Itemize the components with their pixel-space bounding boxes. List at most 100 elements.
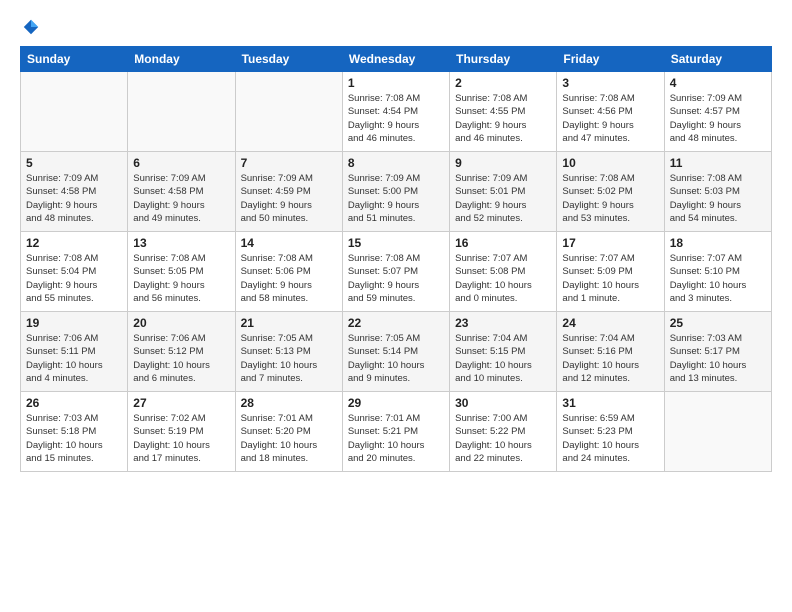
day-cell-7: 7 Sunrise: 7:09 AM Sunset: 4:59 PM Daylig… — [235, 152, 342, 232]
day-number: 26 — [26, 396, 122, 410]
day-cell-28: 28 Sunrise: 7:01 AM Sunset: 5:20 PM Dayli… — [235, 392, 342, 472]
week-row-2: 5 Sunrise: 7:09 AM Sunset: 4:58 PM Daylig… — [21, 152, 772, 232]
day-cell-24: 24 Sunrise: 7:04 AM Sunset: 5:16 PM Dayli… — [557, 312, 664, 392]
day-info: Sunrise: 7:09 AM Sunset: 4:58 PM Dayligh… — [26, 172, 122, 225]
day-info: Sunrise: 7:08 AM Sunset: 4:55 PM Dayligh… — [455, 92, 551, 145]
day-cell-12: 12 Sunrise: 7:08 AM Sunset: 5:04 PM Dayli… — [21, 232, 128, 312]
day-header-friday: Friday — [557, 47, 664, 72]
day-number: 17 — [562, 236, 658, 250]
day-number: 19 — [26, 316, 122, 330]
day-info: Sunrise: 7:00 AM Sunset: 5:22 PM Dayligh… — [455, 412, 551, 465]
day-info: Sunrise: 7:01 AM Sunset: 5:21 PM Dayligh… — [348, 412, 444, 465]
day-header-sunday: Sunday — [21, 47, 128, 72]
day-number: 9 — [455, 156, 551, 170]
day-cell-8: 8Sunrise: 7:09 AM Sunset: 5:00 PM Daylig… — [342, 152, 449, 232]
day-info: Sunrise: 7:03 AM Sunset: 5:18 PM Dayligh… — [26, 412, 122, 465]
day-number: 7 — [241, 156, 337, 170]
day-number: 11 — [670, 156, 766, 170]
day-info: Sunrise: 7:09 AM Sunset: 5:01 PM Dayligh… — [455, 172, 551, 225]
day-info: Sunrise: 7:06 AM Sunset: 5:12 PM Dayligh… — [133, 332, 229, 385]
day-cell-26: 26 Sunrise: 7:03 AM Sunset: 5:18 PM Dayli… — [21, 392, 128, 472]
day-number: 15 — [348, 236, 444, 250]
day-cell-9: 9 Sunrise: 7:09 AM Sunset: 5:01 PM Daylig… — [450, 152, 557, 232]
day-cell-31: 31 Sunrise: 6:59 AM Sunset: 5:23 PM Dayli… — [557, 392, 664, 472]
day-info: Sunrise: 7:09 AM Sunset: 4:57 PM Dayligh… — [670, 92, 766, 145]
day-cell-29: 29 Sunrise: 7:01 AM Sunset: 5:21 PM Dayli… — [342, 392, 449, 472]
day-info: Sunrise: 7:08 AM Sunset: 5:06 PM Dayligh… — [241, 252, 337, 305]
day-number: 27 — [133, 396, 229, 410]
day-info: Sunrise: 6:59 AM Sunset: 5:23 PM Dayligh… — [562, 412, 658, 465]
day-cell-16: 16Sunrise: 7:07 AM Sunset: 5:08 PM Dayli… — [450, 232, 557, 312]
day-info: Sunrise: 7:05 AM Sunset: 5:14 PM Dayligh… — [348, 332, 444, 385]
day-cell-17: 17Sunrise: 7:07 AM Sunset: 5:09 PM Dayli… — [557, 232, 664, 312]
week-row-4: 19 Sunrise: 7:06 AM Sunset: 5:11 PM Dayli… — [21, 312, 772, 392]
day-info: Sunrise: 7:09 AM Sunset: 4:59 PM Dayligh… — [241, 172, 337, 225]
day-cell-23: 23Sunrise: 7:04 AM Sunset: 5:15 PM Dayli… — [450, 312, 557, 392]
day-cell-1: 1Sunrise: 7:08 AM Sunset: 4:54 PM Daylig… — [342, 72, 449, 152]
day-cell-25: 25 Sunrise: 7:03 AM Sunset: 5:17 PM Dayli… — [664, 312, 771, 392]
day-number: 5 — [26, 156, 122, 170]
day-info: Sunrise: 7:09 AM Sunset: 5:00 PM Dayligh… — [348, 172, 444, 225]
day-cell-20: 20 Sunrise: 7:06 AM Sunset: 5:12 PM Dayli… — [128, 312, 235, 392]
day-cell-21: 21 Sunrise: 7:05 AM Sunset: 5:13 PM Dayli… — [235, 312, 342, 392]
calendar-page: SundayMondayTuesdayWednesdayThursdayFrid… — [0, 0, 792, 612]
day-cell-10: 10Sunrise: 7:08 AM Sunset: 5:02 PM Dayli… — [557, 152, 664, 232]
day-cell-5: 5 Sunrise: 7:09 AM Sunset: 4:58 PM Daylig… — [21, 152, 128, 232]
day-number: 31 — [562, 396, 658, 410]
day-number: 21 — [241, 316, 337, 330]
day-number: 24 — [562, 316, 658, 330]
day-number: 3 — [562, 76, 658, 90]
day-info: Sunrise: 7:01 AM Sunset: 5:20 PM Dayligh… — [241, 412, 337, 465]
day-info: Sunrise: 7:08 AM Sunset: 5:07 PM Dayligh… — [348, 252, 444, 305]
day-info: Sunrise: 7:03 AM Sunset: 5:17 PM Dayligh… — [670, 332, 766, 385]
day-info: Sunrise: 7:08 AM Sunset: 4:56 PM Dayligh… — [562, 92, 658, 145]
day-number: 14 — [241, 236, 337, 250]
empty-cell — [664, 392, 771, 472]
day-header-wednesday: Wednesday — [342, 47, 449, 72]
empty-cell — [128, 72, 235, 152]
day-header-thursday: Thursday — [450, 47, 557, 72]
week-row-5: 26 Sunrise: 7:03 AM Sunset: 5:18 PM Dayli… — [21, 392, 772, 472]
week-row-3: 12 Sunrise: 7:08 AM Sunset: 5:04 PM Dayli… — [21, 232, 772, 312]
calendar-table: SundayMondayTuesdayWednesdayThursdayFrid… — [20, 46, 772, 472]
day-header-tuesday: Tuesday — [235, 47, 342, 72]
day-number: 25 — [670, 316, 766, 330]
day-number: 22 — [348, 316, 444, 330]
day-header-saturday: Saturday — [664, 47, 771, 72]
day-number: 29 — [348, 396, 444, 410]
header-row: SundayMondayTuesdayWednesdayThursdayFrid… — [21, 47, 772, 72]
day-info: Sunrise: 7:02 AM Sunset: 5:19 PM Dayligh… — [133, 412, 229, 465]
day-number: 18 — [670, 236, 766, 250]
logo — [20, 18, 40, 36]
week-row-1: 1Sunrise: 7:08 AM Sunset: 4:54 PM Daylig… — [21, 72, 772, 152]
day-info: Sunrise: 7:08 AM Sunset: 5:04 PM Dayligh… — [26, 252, 122, 305]
day-cell-27: 27 Sunrise: 7:02 AM Sunset: 5:19 PM Dayli… — [128, 392, 235, 472]
day-info: Sunrise: 7:06 AM Sunset: 5:11 PM Dayligh… — [26, 332, 122, 385]
day-info: Sunrise: 7:08 AM Sunset: 5:05 PM Dayligh… — [133, 252, 229, 305]
day-number: 23 — [455, 316, 551, 330]
empty-cell — [21, 72, 128, 152]
day-number: 28 — [241, 396, 337, 410]
day-number: 6 — [133, 156, 229, 170]
day-info: Sunrise: 7:05 AM Sunset: 5:13 PM Dayligh… — [241, 332, 337, 385]
day-number: 13 — [133, 236, 229, 250]
day-cell-22: 22 Sunrise: 7:05 AM Sunset: 5:14 PM Dayli… — [342, 312, 449, 392]
day-info: Sunrise: 7:08 AM Sunset: 4:54 PM Dayligh… — [348, 92, 444, 145]
empty-cell — [235, 72, 342, 152]
day-info: Sunrise: 7:04 AM Sunset: 5:16 PM Dayligh… — [562, 332, 658, 385]
day-info: Sunrise: 7:09 AM Sunset: 4:58 PM Dayligh… — [133, 172, 229, 225]
day-cell-11: 11 Sunrise: 7:08 AM Sunset: 5:03 PM Dayli… — [664, 152, 771, 232]
day-number: 10 — [562, 156, 658, 170]
logo-icon — [22, 18, 40, 36]
day-cell-19: 19 Sunrise: 7:06 AM Sunset: 5:11 PM Dayli… — [21, 312, 128, 392]
day-number: 30 — [455, 396, 551, 410]
page-header — [20, 18, 772, 36]
day-number: 20 — [133, 316, 229, 330]
day-cell-2: 2 Sunrise: 7:08 AM Sunset: 4:55 PM Daylig… — [450, 72, 557, 152]
day-number: 16 — [455, 236, 551, 250]
day-number: 4 — [670, 76, 766, 90]
day-number: 2 — [455, 76, 551, 90]
day-number: 12 — [26, 236, 122, 250]
day-info: Sunrise: 7:08 AM Sunset: 5:03 PM Dayligh… — [670, 172, 766, 225]
day-info: Sunrise: 7:07 AM Sunset: 5:10 PM Dayligh… — [670, 252, 766, 305]
